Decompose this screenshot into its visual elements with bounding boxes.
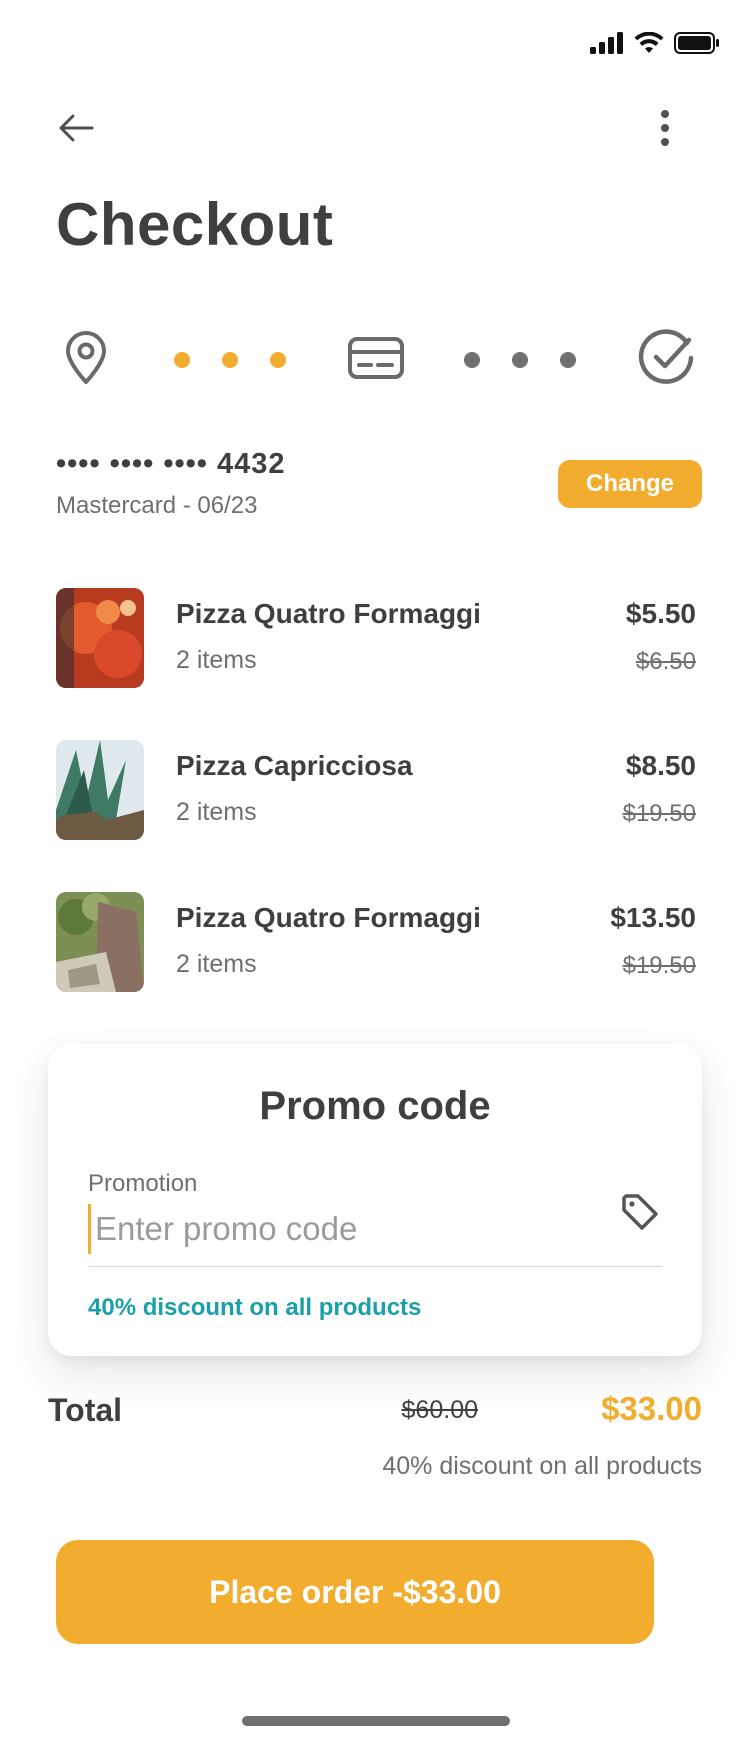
item-name: Pizza Capricciosa [176, 750, 413, 781]
item-thumbnail [56, 892, 144, 992]
more-options-button[interactable] [650, 108, 680, 152]
step-dot-pending [464, 352, 480, 368]
change-payment-button[interactable]: Change [558, 460, 702, 508]
card-meta: Mastercard - 06/23 [56, 492, 258, 519]
item-price: $5.50 [625, 598, 696, 629]
battery-icon [674, 32, 720, 59]
total-label: Total [48, 1392, 123, 1428]
item-old-price: $19.50 [622, 952, 696, 979]
item-quantity: 2 items [176, 798, 257, 826]
status-icons [590, 31, 720, 59]
item-thumbnail [56, 740, 144, 840]
item-price: $13.50 [610, 902, 696, 933]
more-vertical-icon [660, 109, 670, 151]
order-item[interactable]: Pizza Quatro Formaggi 2 items $13.50 $19… [56, 892, 696, 992]
item-thumbnail [56, 588, 144, 688]
signal-icon [590, 32, 624, 59]
item-old-price: $19.50 [622, 800, 696, 827]
place-order-button[interactable]: Place order -$33.00 [56, 1540, 654, 1644]
step-confirm[interactable] [636, 328, 696, 392]
total-discount-note: 40% discount on all products [382, 1452, 702, 1480]
step-dot-pending [512, 352, 528, 368]
credit-card-icon [348, 336, 404, 384]
promo-title: Promo code [259, 1084, 491, 1128]
step-dot-pending [560, 352, 576, 368]
arrow-left-icon [58, 113, 94, 148]
step-address[interactable] [56, 330, 116, 390]
promo-hint: 40% discount on all products [88, 1294, 422, 1321]
check-circle-icon [637, 328, 695, 392]
promo-field-label: Promotion [88, 1170, 198, 1197]
promo-input-underline [88, 1266, 662, 1267]
card-number: •••• •••• •••• 4432 [56, 448, 286, 480]
item-name: Pizza Quatro Formaggi [176, 598, 481, 629]
total-old-price: $60.00 [401, 1396, 478, 1424]
item-old-price: $6.50 [635, 648, 696, 675]
apply-promo-button[interactable] [618, 1192, 662, 1236]
promo-code-input[interactable] [88, 1204, 588, 1254]
item-price: $8.50 [625, 750, 696, 781]
home-indicator [242, 1716, 510, 1726]
location-pin-icon [64, 330, 108, 390]
step-payment[interactable] [346, 330, 406, 390]
wifi-icon [634, 31, 664, 59]
item-quantity: 2 items [176, 646, 257, 674]
status-bar [0, 0, 750, 90]
step-dot-complete [174, 352, 190, 368]
step-dot-complete [222, 352, 238, 368]
promo-card: Promo code Promotion 40% discount on all… [48, 1044, 702, 1356]
checkout-screen: Checkout •••• •••• •••• 4432 Mastercard … [0, 0, 750, 1746]
checkout-stepper [56, 328, 696, 392]
page-title: Checkout [56, 191, 334, 258]
order-item[interactable]: Pizza Quatro Formaggi 2 items $5.50 $6.5… [56, 588, 696, 688]
step-dot-complete [270, 352, 286, 368]
back-button[interactable] [56, 110, 96, 150]
item-quantity: 2 items [176, 950, 257, 978]
total-price: $33.00 [601, 1390, 702, 1427]
order-item[interactable]: Pizza Capricciosa 2 items $8.50 $19.50 [56, 740, 696, 840]
item-name: Pizza Quatro Formaggi [176, 902, 481, 933]
tag-icon [620, 1192, 660, 1237]
